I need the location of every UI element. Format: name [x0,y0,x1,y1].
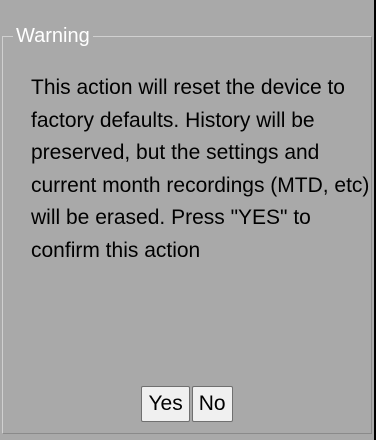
warning-message: This action will reset the device to fac… [31,76,370,262]
yes-button[interactable]: Yes [141,386,190,422]
button-row: Yes No [0,386,374,422]
no-button[interactable]: No [191,386,233,422]
warning-legend: Warning [13,24,93,48]
warning-dialog: Warning This action will reset the devic… [0,0,376,440]
